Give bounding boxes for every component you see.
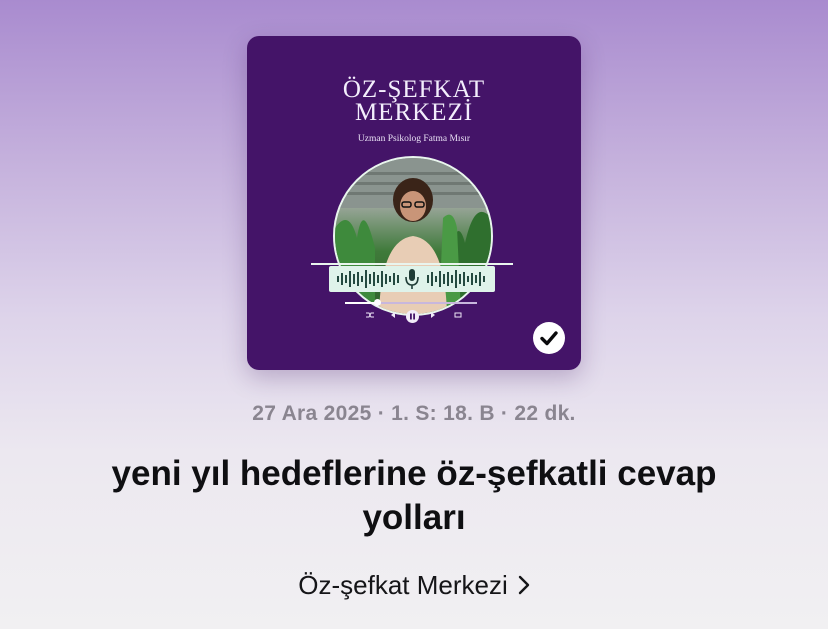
show-link[interactable]: Öz-şefkat Merkezi bbox=[0, 568, 828, 602]
pause-icon bbox=[406, 310, 419, 323]
episode-artwork[interactable]: ÖZ-ŞEFKAT MERKEZİ Uzman Psikolog Fatma M… bbox=[247, 36, 581, 370]
artwork-progress-bar bbox=[345, 299, 477, 306]
artwork-title-line2: MERKEZİ bbox=[354, 99, 474, 126]
audio-waveform bbox=[329, 266, 495, 292]
episode-title: yeni yıl hedeflerine öz-şefkatli cevap y… bbox=[111, 454, 717, 537]
episode-meta: 27 Ara 2025 · 1. S: 18. B · 22 dk. bbox=[252, 402, 576, 425]
chevron-right-icon bbox=[518, 575, 529, 595]
show-name: Öz-şefkat Merkezi bbox=[298, 570, 508, 600]
microphone-icon bbox=[405, 269, 419, 289]
artwork-subtitle: Uzman Psikolog Fatma Mısır bbox=[357, 134, 471, 144]
artwork-title: ÖZ-ŞEFKAT MERKEZİ bbox=[247, 76, 581, 126]
downloaded-badge bbox=[533, 322, 565, 354]
artwork-progress-fill bbox=[345, 302, 377, 304]
checkmark-icon bbox=[540, 331, 558, 346]
shuffle-icon bbox=[366, 312, 374, 318]
repeat-icon bbox=[454, 312, 462, 318]
previous-icon bbox=[391, 312, 395, 318]
artwork-progress-knob bbox=[373, 299, 381, 306]
artwork-divider bbox=[311, 263, 513, 265]
artwork-title-line1: ÖZ-ŞEFKAT bbox=[342, 76, 486, 103]
next-icon bbox=[431, 312, 435, 318]
